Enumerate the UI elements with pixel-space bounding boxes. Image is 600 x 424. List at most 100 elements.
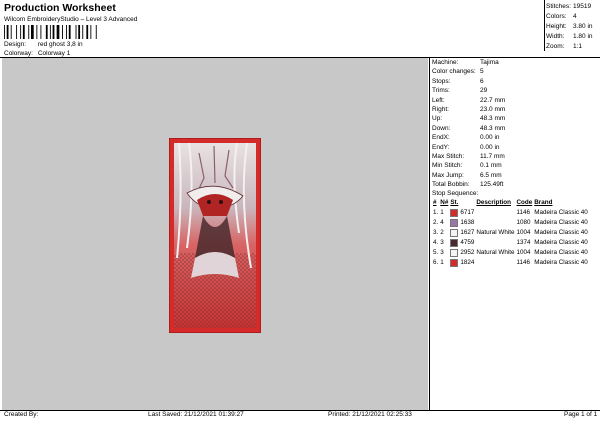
machine-info-row: Right: 23.0 mm — [430, 105, 600, 114]
seq-index: 5. — [433, 249, 439, 257]
color-swatch-icon — [450, 258, 459, 267]
colorway-field: Colorway: Colorway 1 — [4, 50, 70, 57]
seq-stitches: 6717 — [449, 208, 475, 218]
table-row: 6. 1 1824 1146 Madeira Classic 40 — [432, 258, 589, 268]
seq-code: 1004 — [516, 229, 531, 237]
seq-needle: 4 — [440, 219, 444, 227]
seq-needle: 2 — [440, 229, 444, 237]
info-label: Trims: — [432, 87, 450, 95]
seq-brand: Madeira Classic 40 — [534, 239, 588, 247]
color-swatch-icon — [450, 248, 459, 257]
created-by: Created By: — [4, 411, 39, 418]
seq-description — [475, 258, 515, 268]
stitch-count: 1638 — [460, 219, 475, 227]
machine-info-row: Up: 48.3 mm — [430, 114, 600, 123]
stats-box: Stitches: 19519 Colors: 4 Height: 3.80 in W… — [546, 2, 600, 52]
col-description: Description — [476, 199, 511, 207]
color-swatch-icon — [450, 218, 459, 227]
machine-info-panel: Machine: Tajima Color changes: 5 Stops: 6 Trim… — [430, 58, 600, 268]
stat-colors: Colors: 4 — [546, 13, 577, 20]
seq-brand: Madeira Classic 40 — [534, 249, 588, 257]
col-st: St. — [450, 199, 459, 207]
seq-stitches: 1627 — [449, 228, 475, 238]
seq-index: 6. — [433, 259, 439, 267]
col-hash: # — [433, 199, 437, 207]
machine-info-row: Left: 22.7 mm — [430, 96, 600, 105]
info-value: 6.5 mm — [480, 171, 502, 179]
barcode-image — [4, 25, 97, 39]
info-label: Color changes: — [432, 68, 476, 76]
info-label: Left: — [432, 96, 445, 104]
seq-code: 1146 — [516, 259, 531, 267]
seq-description: Natural White — [476, 249, 515, 257]
stat-stitches: Stitches: 19519 — [546, 3, 592, 10]
col-brand: Brand — [534, 199, 553, 207]
seq-code: 1374 — [516, 239, 531, 247]
info-label: Up: — [432, 115, 443, 123]
table-row: 4. 3 4759 1374 Madeira Classic 40 — [432, 238, 589, 248]
seq-brand: Madeira Classic 40 — [534, 259, 588, 267]
info-value: 0.00 in — [480, 143, 500, 151]
embroidery-design-image — [169, 138, 261, 333]
stitch-count: 1824 — [460, 259, 475, 267]
seq-description — [475, 218, 515, 228]
seq-brand: Madeira Classic 40 — [534, 229, 588, 237]
seq-needle: 1 — [440, 209, 444, 217]
info-value: 125.49ft — [480, 181, 504, 189]
seq-code: 1080 — [516, 219, 531, 227]
info-label: Total Bobbin: — [432, 181, 470, 189]
table-row: 1. 1 6717 1146 Madeira Classic 40 — [432, 208, 589, 218]
design-field: Design: red ghost 3,8 in — [4, 41, 83, 48]
last-saved: Last Saved: 21/12/2021 01:39:27 — [148, 411, 244, 418]
software-subtitle: Wilcom EmbroideryStudio – Level 3 Advanc… — [4, 16, 138, 23]
color-swatch-icon — [450, 208, 459, 217]
seq-stitches: 4759 — [449, 238, 475, 248]
info-label: Right: — [432, 105, 449, 113]
info-value: 48.3 mm — [480, 124, 506, 132]
stitch-count: 4759 — [460, 239, 475, 247]
info-value: 48.3 mm — [480, 115, 506, 123]
stop-sequence-title: Stop Sequence: — [432, 190, 479, 198]
info-label: Max Stitch: — [432, 152, 465, 160]
seq-stitches: 1824 — [449, 258, 475, 268]
seq-description: Natural White — [476, 229, 515, 237]
stitch-count: 6717 — [460, 209, 475, 217]
seq-description — [475, 238, 515, 248]
info-value: 0.00 in — [480, 134, 500, 142]
page-title: Production Worksheet — [4, 2, 116, 14]
seq-needle: 3 — [440, 249, 444, 257]
stat-width: Width: 1.80 in — [546, 33, 593, 40]
color-swatch-icon — [450, 238, 459, 247]
col-code: Code — [516, 199, 533, 207]
seq-index: 1. — [433, 209, 439, 217]
machine-info-row: Machine: Tajima — [430, 58, 600, 67]
colorway-value: Colorway 1 — [37, 50, 71, 57]
stop-sequence-table: # N# St. Description Code Brand 1. 1 6717 1… — [432, 198, 589, 268]
seq-code: 1146 — [516, 209, 531, 217]
machine-info-row: EndX: 0.00 in — [430, 133, 600, 142]
seq-needle: 1 — [440, 259, 444, 267]
machine-info-row: Stops: 6 — [430, 77, 600, 86]
machine-info-row: Min Stitch: 0.1 mm — [430, 161, 600, 170]
color-swatch-icon — [450, 228, 459, 237]
machine-info-row: Max Jump: 6.5 mm — [430, 171, 600, 180]
divider — [544, 0, 545, 51]
machine-info-row: EndY: 0.00 in — [430, 143, 600, 152]
design-value: red ghost 3,8 in — [37, 41, 83, 48]
info-value: 5 — [480, 68, 484, 76]
info-label: Max Jump: — [432, 171, 464, 179]
table-row: 5. 3 2952 Natural White 1004 Madeira Classic … — [432, 248, 589, 258]
info-label: Stops: — [432, 77, 451, 85]
info-label: Machine: — [432, 59, 459, 66]
seq-needle: 3 — [440, 239, 444, 247]
seq-description — [475, 208, 515, 218]
stitch-count: 2952 — [460, 249, 475, 257]
info-value: 23.0 mm — [480, 105, 506, 113]
table-row: 2. 4 1638 1080 Madeira Classic 40 — [432, 218, 589, 228]
seq-stitches: 1638 — [449, 218, 475, 228]
page-number: Page 1 of 1 — [564, 411, 598, 418]
machine-info-row: Max Stitch: 11.7 mm — [430, 152, 600, 161]
colorway-label: Colorway: — [4, 50, 33, 57]
divider — [0, 410, 600, 411]
info-label: EndX: — [432, 134, 450, 142]
